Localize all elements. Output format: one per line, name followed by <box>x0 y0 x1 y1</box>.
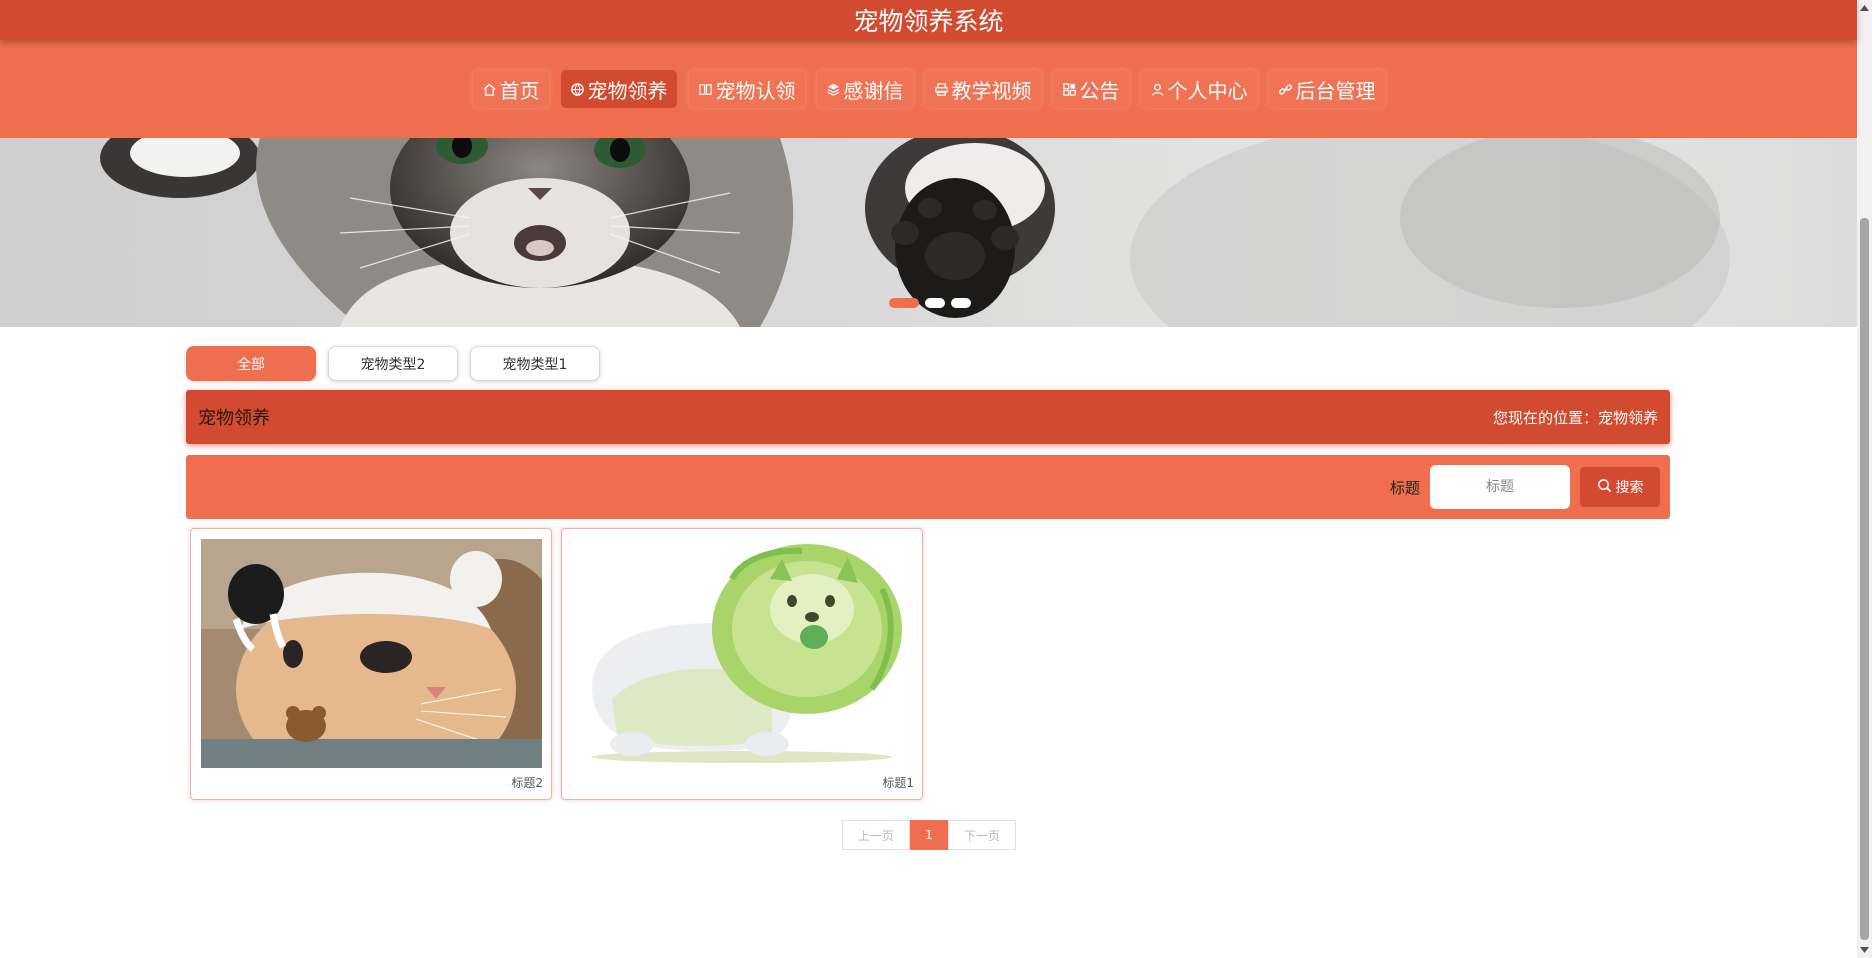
site-title-bar: 宠物领养系统 <box>0 0 1857 40</box>
breadcrumb-prefix: 您现在的位置： <box>1492 408 1598 427</box>
grid-icon <box>1062 81 1078 97</box>
nav-item-label: 首页 <box>499 78 540 103</box>
pagination-page-1[interactable]: 1 <box>910 820 948 850</box>
category-tab-type1[interactable]: 宠物类型1 <box>470 346 600 381</box>
nav-item-admin[interactable]: 后台管理 <box>1268 70 1385 108</box>
search-label: 标题 <box>1389 478 1420 497</box>
pet-image-cat-with-hat <box>201 539 542 768</box>
home-icon <box>482 81 498 97</box>
search-button-label: 搜索 <box>1615 480 1644 496</box>
app-root: 宠物领养系统 首页 宠物领养 宠物认领 感谢信 教学视频 公告 个人中心 后台管… <box>0 0 1872 958</box>
section-title: 宠物领养 <box>198 408 270 429</box>
print-icon <box>934 81 950 97</box>
category-tab-type2[interactable]: 宠物类型2 <box>328 346 458 381</box>
nav-item-pet-claim[interactable]: 宠物认领 <box>688 70 805 108</box>
nav-item-home[interactable]: 首页 <box>472 70 549 108</box>
nav-item-label: 公告 <box>1079 78 1120 103</box>
category-tab-all[interactable]: 全部 <box>186 346 316 381</box>
pagination-next[interactable]: 下一页 <box>948 820 1016 850</box>
search-input[interactable] <box>1430 465 1570 509</box>
pet-card-title: 标题2 <box>511 776 543 790</box>
nav-item-label: 宠物领养 <box>587 78 668 103</box>
carousel-indicators <box>0 298 1857 308</box>
breadcrumb-current[interactable]: 宠物领养 <box>1598 409 1658 427</box>
pet-image-cabbage-dog <box>572 539 913 768</box>
carousel-dot-2[interactable] <box>925 298 945 308</box>
scroll-up-arrow-icon[interactable] <box>1857 0 1872 16</box>
columns-icon <box>698 81 714 97</box>
pet-card[interactable]: 标题2 <box>190 528 552 800</box>
globe-icon <box>570 81 586 97</box>
pagination-prev[interactable]: 上一页 <box>842 820 910 850</box>
breadcrumb: 您现在的位置：宠物领养 <box>1493 407 1658 428</box>
search-icon <box>1597 478 1612 497</box>
nav-item-label: 个人中心 <box>1167 78 1248 103</box>
carousel-dot-3[interactable] <box>951 298 971 308</box>
layers-icon <box>826 81 842 97</box>
nav-item-label: 宠物认领 <box>715 78 796 103</box>
pet-card-title: 标题1 <box>882 776 914 790</box>
link-icon <box>1278 81 1294 97</box>
banner-carousel[interactable] <box>0 138 1857 327</box>
search-bar: 标题 搜索 <box>186 455 1670 519</box>
nav-item-label: 感谢信 <box>843 78 904 103</box>
scrollbar-thumb[interactable] <box>1860 218 1869 940</box>
pet-card[interactable]: 标题1 <box>561 528 923 800</box>
nav-item-label: 后台管理 <box>1295 78 1376 103</box>
section-header: 宠物领养 您现在的位置：宠物领养 <box>186 390 1670 444</box>
nav-item-thank-you-letters[interactable]: 感谢信 <box>816 70 913 108</box>
nav-item-pet-adoption[interactable]: 宠物领养 <box>560 70 677 108</box>
site-title: 宠物领养系统 <box>853 7 1004 36</box>
nav-item-personal-center[interactable]: 个人中心 <box>1140 70 1257 108</box>
category-tabs: 全部 宠物类型2 宠物类型1 <box>186 346 600 381</box>
carousel-dot-1[interactable] <box>889 298 919 308</box>
search-button[interactable]: 搜索 <box>1580 467 1660 507</box>
page-scrollbar[interactable] <box>1857 0 1872 958</box>
main-nav: 首页 宠物领养 宠物认领 感谢信 教学视频 公告 个人中心 后台管理 <box>0 40 1857 138</box>
nav-item-label: 教学视频 <box>951 78 1032 103</box>
pagination: 上一页 1 下一页 <box>842 820 1016 850</box>
nav-item-announcements[interactable]: 公告 <box>1052 70 1129 108</box>
scroll-down-arrow-icon[interactable] <box>1857 942 1872 958</box>
user-icon <box>1150 81 1166 97</box>
nav-item-tutorial-videos[interactable]: 教学视频 <box>924 70 1041 108</box>
